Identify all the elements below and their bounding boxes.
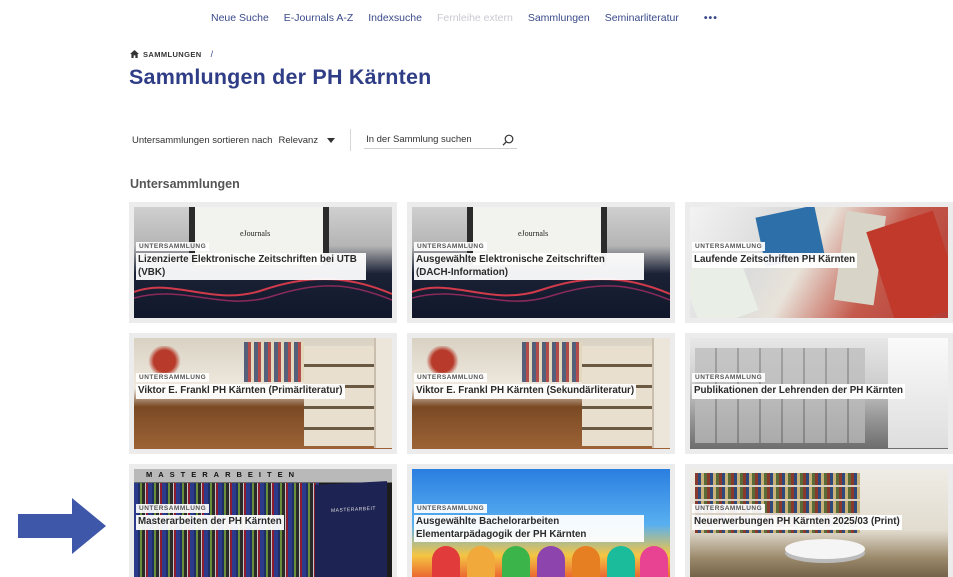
page-title: Sammlungen der PH Kärnten (129, 65, 432, 89)
tile-label: Lizenzierte Elektronische Zeitschriften … (136, 253, 366, 280)
search-icon[interactable] (502, 134, 514, 146)
nav-sammlungen[interactable]: Sammlungen (528, 12, 590, 24)
subcollection-tile[interactable]: UNTERSAMMLUNG Viktor E. Frankl PH Kärnte… (407, 333, 675, 454)
tile-badge: UNTERSAMMLUNG (414, 504, 488, 513)
subcollection-tile[interactable]: UNTERSAMMLUNG Viktor E. Frankl PH Kärnte… (129, 333, 397, 454)
sort-label: Untersammlungen sortieren nach (132, 134, 273, 146)
nav-e-journals[interactable]: E-Journals A-Z (284, 12, 353, 24)
subcollection-tile[interactable]: eJournals UNTERSAMMLUNG Ausgewählte Elek… (407, 202, 675, 323)
tile-label: Publikationen der Lehrenden der PH Kärnt… (692, 384, 906, 399)
caret-down-icon (327, 137, 336, 143)
hand-graphic (640, 546, 668, 577)
books-graphic (522, 342, 582, 382)
breadcrumb: SAMMLUNGEN / (130, 49, 214, 59)
tile-badge: UNTERSAMMLUNG (414, 242, 488, 251)
tile-image-text: eJournals (518, 229, 549, 238)
collection-search (364, 131, 518, 149)
breadcrumb-separator: / (210, 49, 214, 59)
tile-image: UNTERSAMMLUNG Ausgewählte Bachelorarbeit… (412, 469, 670, 577)
nav-indexsuche[interactable]: Indexsuche (368, 12, 422, 24)
home-icon[interactable] (130, 50, 139, 58)
tile-image: UNTERSAMMLUNG Laufende Zeitschriften PH … (690, 207, 948, 318)
tile-image: UNTERSAMMLUNG Publikationen der Lehrende… (690, 338, 948, 449)
subcollection-tile[interactable]: UNTERSAMMLUNG Neuerwerbungen PH Kärnten … (685, 464, 953, 577)
top-navigation: Neue Suche E-Journals A-Z Indexsuche Fer… (211, 12, 718, 24)
tile-image-text: MASTERARBEITEN (146, 470, 301, 479)
hand-graphic (432, 546, 460, 577)
spines-graphic (134, 483, 319, 577)
nav-seminarliteratur[interactable]: Seminarliteratur (605, 12, 679, 24)
books-graphic (244, 342, 304, 382)
hand-graphic (607, 546, 635, 577)
tile-badge: UNTERSAMMLUNG (692, 242, 766, 251)
hand-graphic (572, 546, 600, 577)
table-graphic (785, 539, 865, 559)
subcollection-tile[interactable]: UNTERSAMMLUNG Laufende Zeitschriften PH … (685, 202, 953, 323)
tile-label: Ausgewählte Bachelorarbeiten Elementarpä… (414, 515, 644, 542)
nav-neue-suche[interactable]: Neue Suche (211, 12, 269, 24)
subcollection-tile[interactable]: eJournals UNTERSAMMLUNG Lizenzierte Elek… (129, 202, 397, 323)
collection-search-input[interactable] (366, 134, 487, 145)
tile-image-text: eJournals (240, 229, 271, 238)
tile-badge: UNTERSAMMLUNG (136, 242, 210, 251)
sort-dropdown[interactable]: Relevanz (278, 134, 336, 146)
tile-label: Viktor E. Frankl PH Kärnten (Sekundärlit… (414, 384, 637, 399)
subcollection-tile[interactable]: UNTERSAMMLUNG Ausgewählte Bachelorarbeit… (407, 464, 675, 577)
arrow-right-icon (18, 498, 106, 554)
tile-image: UNTERSAMMLUNG Viktor E. Frankl PH Kärnte… (412, 338, 670, 449)
shelf-graphic (652, 338, 670, 448)
hand-graphic (502, 546, 530, 577)
plant-graphic (420, 346, 465, 376)
collection-toolbar: Untersammlungen sortieren nach Relevanz (132, 129, 518, 151)
tile-label: Masterarbeiten der PH Kärnten (136, 515, 284, 530)
tile-image: eJournals UNTERSAMMLUNG Lizenzierte Elek… (134, 207, 392, 318)
tile-image: MASTERARBEITEN MASTERARBEIT UNTERSAMMLUN… (134, 469, 392, 577)
cover-graphic: MASTERARBEIT (315, 481, 387, 577)
tile-badge: UNTERSAMMLUNG (692, 504, 766, 513)
cover-text: MASTERARBEIT (331, 505, 376, 515)
tile-image: eJournals UNTERSAMMLUNG Ausgewählte Elek… (412, 207, 670, 318)
nav-fernleihe-extern: Fernleihe extern (436, 12, 513, 24)
more-menu-button[interactable]: ••• (704, 12, 718, 24)
tile-label: Laufende Zeitschriften PH Kärnten (692, 253, 858, 268)
tile-image: UNTERSAMMLUNG Neuerwerbungen PH Kärnten … (690, 469, 948, 577)
tile-label: Viktor E. Frankl PH Kärnten (Primärliter… (136, 384, 345, 399)
tile-badge: UNTERSAMMLUNG (414, 373, 488, 382)
tile-label: Neuerwerbungen PH Kärnten 2025/03 (Print… (692, 515, 902, 530)
plant-graphic (142, 346, 187, 376)
section-title-untersammlungen: Untersammlungen (130, 177, 240, 191)
tile-label: Ausgewählte Elektronische Zeitschriften … (414, 253, 644, 280)
breadcrumb-sammlungen[interactable]: SAMMLUNGEN (143, 50, 202, 59)
tile-badge: UNTERSAMMLUNG (136, 504, 210, 513)
toolbar-divider (350, 129, 352, 151)
hand-graphic (467, 546, 495, 577)
tile-badge: UNTERSAMMLUNG (136, 373, 210, 382)
hand-graphic (537, 546, 565, 577)
subcollection-tile[interactable]: MASTERARBEITEN MASTERARBEIT UNTERSAMMLUN… (129, 464, 397, 577)
sort-selected-value: Relevanz (278, 134, 319, 146)
subcollection-tile[interactable]: UNTERSAMMLUNG Publikationen der Lehrende… (685, 333, 953, 454)
shelf-graphic (374, 338, 392, 448)
tile-image: UNTERSAMMLUNG Viktor E. Frankl PH Kärnte… (134, 338, 392, 449)
tile-badge: UNTERSAMMLUNG (692, 373, 766, 382)
